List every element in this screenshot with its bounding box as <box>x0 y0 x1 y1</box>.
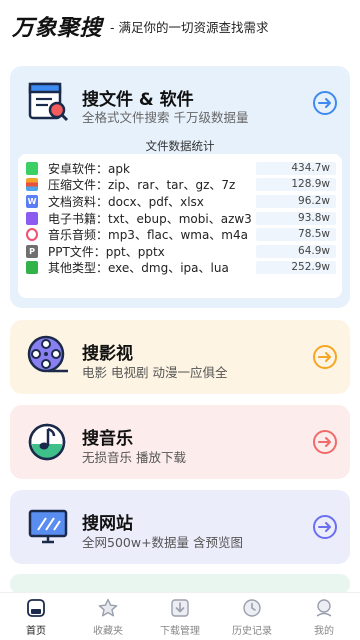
ppt-file-icon: P <box>26 244 38 258</box>
search-music-card[interactable]: 搜音乐 无损音乐 播放下载 <box>10 405 350 479</box>
search-music-subtitle: 无损音乐 播放下载 <box>82 450 186 465</box>
tab-label: 历史记录 <box>232 626 272 637</box>
stat-value: 93.8w <box>256 211 336 225</box>
bottom-tab-bar: 首页 收藏夹 下载管理 历史记录 我的 <box>0 592 360 640</box>
search-web-subtitle: 全网500w+数据量 含预览图 <box>82 535 244 550</box>
history-icon <box>243 599 261 617</box>
search-video-title: 搜影视 <box>82 344 133 364</box>
stat-row-archive[interactable]: 压缩文件：zip、rar、tar、gz、7z 128.9w <box>26 177 336 194</box>
stat-value: 78.5w <box>256 228 336 242</box>
stat-row-apk[interactable]: 安卓软件：apk 434.7w <box>26 160 336 177</box>
search-web-title: 搜网站 <box>82 514 133 534</box>
stat-row-document[interactable]: W 文档资料：docx、pdf、xlsx 96.2w <box>26 193 336 210</box>
tab-home[interactable]: 首页 <box>0 593 72 640</box>
tab-favorites[interactable]: 收藏夹 <box>72 593 144 640</box>
stat-label: 压缩文件：zip、rar、tar、gz、7z <box>48 178 236 193</box>
monitor-icon <box>28 509 68 544</box>
file-search-icon <box>28 82 69 122</box>
app-slogan: - 满足你的一切资源查找需求 <box>110 19 269 35</box>
search-files-subtitle: 全格式文件搜索 千万级数据量 <box>82 110 249 125</box>
tab-downloads[interactable]: 下载管理 <box>144 593 216 640</box>
stat-value: 128.9w <box>256 178 336 192</box>
stat-label: 音乐音频：mp3、flac、wma、m4a <box>48 228 248 243</box>
arrow-right-circle-icon[interactable] <box>312 344 338 370</box>
search-files-card[interactable]: 搜文件 & 软件 全格式文件搜索 千万级数据量 文件数据统计 安卓软件：apk … <box>10 66 350 308</box>
arrow-right-circle-icon[interactable] <box>312 90 338 116</box>
stat-value: 96.2w <box>256 194 336 208</box>
word-doc-icon: W <box>26 194 38 208</box>
profile-icon <box>316 599 332 617</box>
arrow-right-circle-icon[interactable] <box>312 514 338 540</box>
stat-row-audio[interactable]: 音乐音频：mp3、flac、wma、m4a 78.5w <box>26 226 336 243</box>
stats-title: 文件数据统计 <box>145 139 215 153</box>
home-icon <box>27 599 45 617</box>
film-reel-icon <box>27 335 68 373</box>
app-logo: 万象聚搜 <box>12 16 103 41</box>
search-music-title: 搜音乐 <box>82 429 133 449</box>
tab-profile[interactable]: 我的 <box>288 593 360 640</box>
music-file-icon <box>26 228 38 242</box>
music-note-icon <box>28 423 66 461</box>
search-web-card[interactable]: 搜网站 全网500w+数据量 含预览图 <box>10 490 350 564</box>
stat-label: 其他类型：exe、dmg、ipa、lua <box>48 261 229 276</box>
tab-label: 收藏夹 <box>93 626 123 637</box>
tab-label: 下载管理 <box>160 626 200 637</box>
stat-value: 434.7w <box>256 161 336 175</box>
archive-icon <box>26 178 38 192</box>
stat-row-other[interactable]: 其他类型：exe、dmg、ipa、lua 252.9w <box>26 260 336 277</box>
stat-row-ebook[interactable]: 电子书籍：txt、ebup、mobi、azw3 93.8w <box>26 210 336 227</box>
stat-label: 文档资料：docx、pdf、xlsx <box>48 194 204 209</box>
tab-label: 我的 <box>314 626 334 637</box>
stat-row-ppt[interactable]: P PPT文件：ppt、pptx 64.9w <box>26 243 336 260</box>
tab-label: 首页 <box>26 626 46 637</box>
app-header: 万象聚搜 - 满足你的一切资源查找需求 <box>0 0 360 52</box>
stat-label: 电子书籍：txt、ebup、mobi、azw3 <box>48 211 252 226</box>
other-file-icon <box>26 261 38 275</box>
android-app-icon <box>26 161 38 175</box>
arrow-right-circle-icon[interactable] <box>312 429 338 455</box>
stat-value: 64.9w <box>256 244 336 258</box>
stat-value: 252.9w <box>256 261 336 275</box>
tab-history[interactable]: 历史记录 <box>216 593 288 640</box>
file-stats-list: 安卓软件：apk 434.7w 压缩文件：zip、rar、tar、gz、7z 1… <box>18 154 342 298</box>
download-icon <box>171 599 189 617</box>
search-video-subtitle: 电影 电视剧 动漫一应俱全 <box>82 365 228 380</box>
search-video-card[interactable]: 搜影视 电影 电视剧 动漫一应俱全 <box>10 320 350 394</box>
stat-label: 安卓软件：apk <box>48 161 130 176</box>
star-icon <box>98 598 118 617</box>
stat-label: PPT文件：ppt、pptx <box>48 244 165 259</box>
ebook-icon <box>26 211 38 225</box>
next-card-peek[interactable] <box>10 574 350 594</box>
